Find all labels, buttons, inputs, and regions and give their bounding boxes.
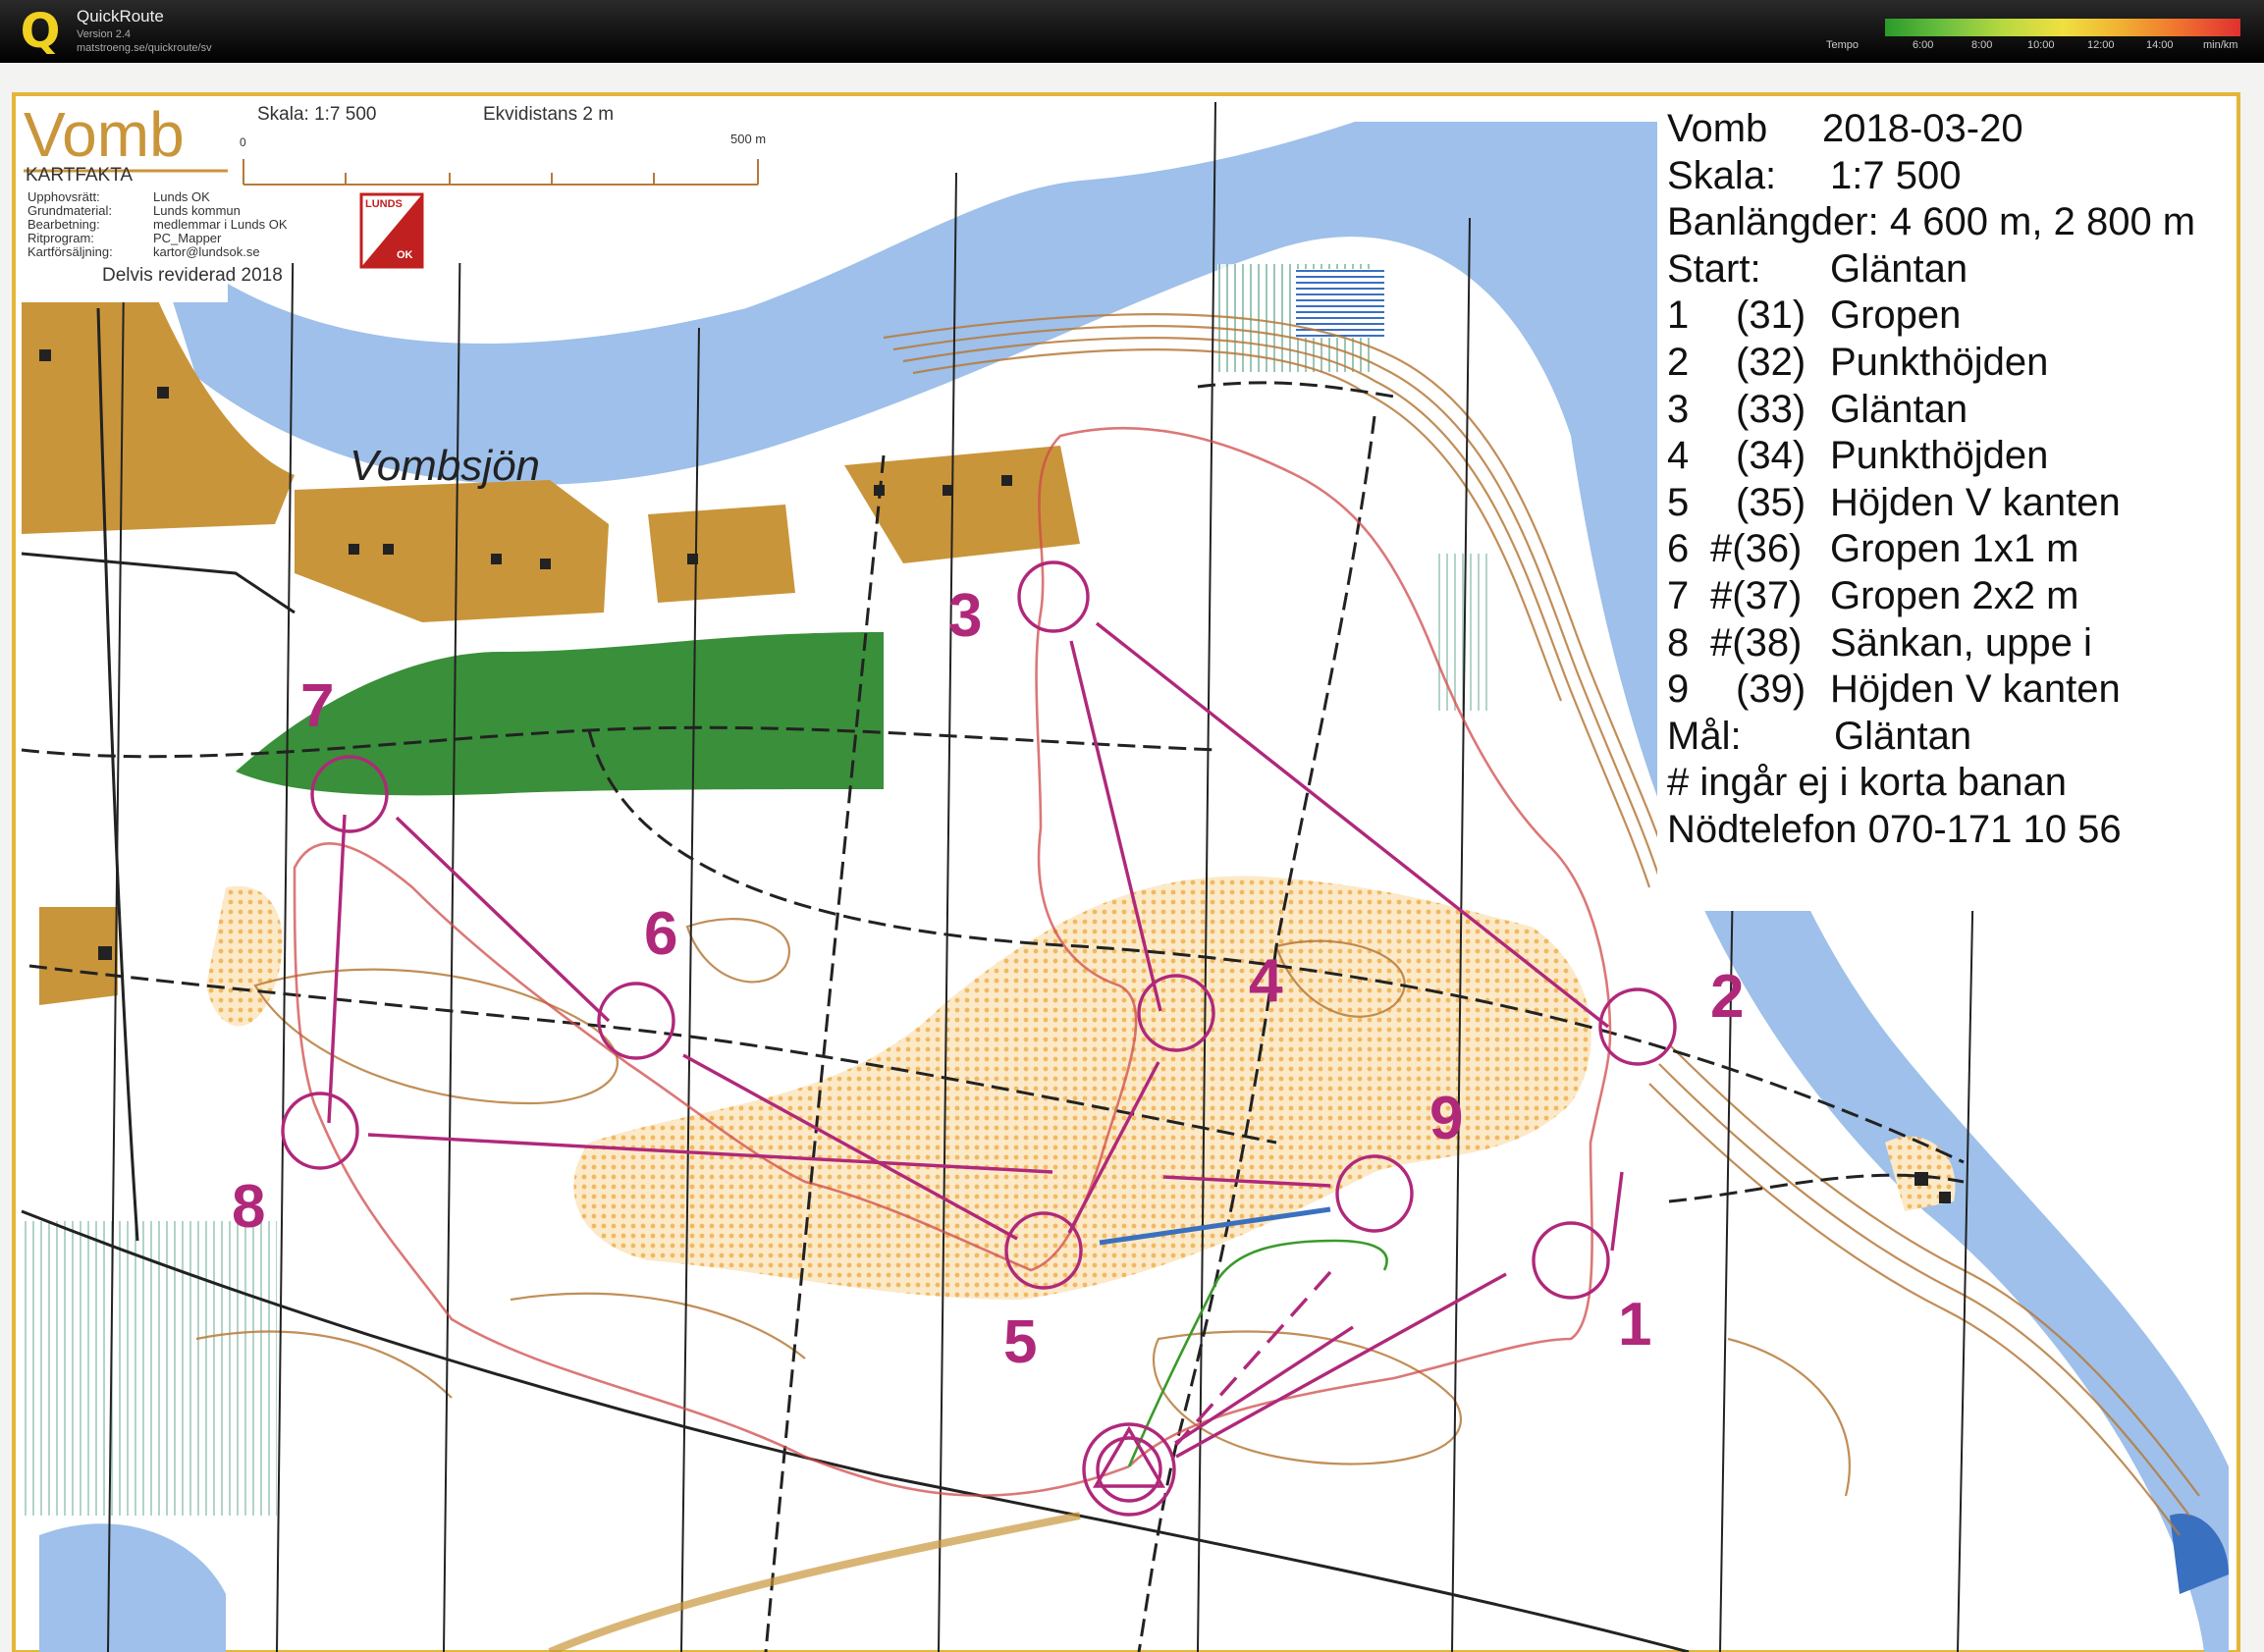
map-canvas[interactable]: Vomb Skala: 1:7 500 Ekvidistans 2 m 0 50… — [0, 63, 2264, 1652]
tempo-tick: 8:00 — [1971, 39, 1993, 51]
control-number-8: 8 — [232, 1173, 266, 1241]
control-row: 3 (33) Gläntan — [1667, 387, 1968, 431]
map-scale-label: Skala: 1:7 500 — [257, 104, 377, 125]
kartfakta-value: PC_Mapper — [153, 231, 222, 245]
control-number-1: 1 — [1618, 1291, 1652, 1359]
tempo-label: Tempo — [1826, 39, 1860, 51]
club-logo-top: LUNDS — [365, 198, 403, 210]
kartfakta-key: Ritprogram: — [27, 231, 94, 245]
control-row: 4 (34) Punkthöjden — [1667, 434, 2049, 478]
finish-key: Mål: — [1667, 714, 1742, 758]
tempo-tick: 12:00 — [2087, 39, 2115, 51]
short-course-note: # ingår ej i korta banan — [1667, 761, 2067, 805]
emergency-phone: Nödtelefon 070-171 10 56 — [1667, 807, 2122, 851]
map-title: Vomb — [24, 99, 185, 170]
quickroute-logo-icon: Q — [20, 4, 61, 59]
course-info: Vomb 2018-03-20 Skala: 1:7 500 Banlängder:… — [1657, 106, 2227, 854]
lake-name: Vombsjön — [350, 442, 541, 490]
kartfakta-key: Upphovsrätt: — [27, 189, 100, 204]
field-north-2 — [648, 505, 795, 603]
kartfakta-key: Grundmaterial: — [27, 203, 112, 218]
tempo-color-scale — [1885, 19, 2240, 36]
control-row: 1 (31) Gropen — [1667, 293, 1962, 338]
course-lengths: Banlängder: 4 600 m, 2 800 m — [1667, 200, 2196, 244]
tempo-tick: 6:00 — [1913, 39, 1934, 51]
scale-value: 1:7 500 — [1830, 153, 1962, 197]
marsh-lake-edge — [1296, 269, 1384, 338]
control-row: 6 #(36) Gropen 1x1 m — [1667, 527, 2079, 571]
control-number-5: 5 — [1003, 1308, 1038, 1376]
control-number-6: 6 — [644, 900, 678, 968]
kartfakta-heading: KARTFAKTA — [26, 165, 134, 186]
control-number-7: 7 — [300, 672, 335, 740]
kartfakta-value: kartor@lundsok.se — [153, 244, 260, 259]
start-value: Gläntan — [1830, 246, 1968, 291]
scalebar-start: 0 — [240, 135, 246, 149]
control-row: 9 (39) Höjden V kanten — [1667, 667, 2121, 712]
marsh-ne — [1433, 554, 1492, 711]
event-name: Vomb — [1667, 107, 1768, 150]
tempo-tick: 14:00 — [2146, 39, 2174, 51]
scalebar-end: 500 m — [730, 132, 767, 146]
kartfakta-key: Kartförsäljning: — [27, 244, 113, 259]
control-row: 8 #(38) Sänkan, uppe i — [1667, 620, 2092, 665]
club-logo-bottom: OK — [397, 249, 413, 261]
tempo-unit: min/km — [2203, 39, 2238, 51]
title-bar: Q QuickRoute Version 2.4 matstroeng.se/q… — [0, 0, 2264, 63]
kartfakta-value: medlemmar i Lunds OK — [153, 217, 288, 232]
tempo-tick: 10:00 — [2027, 39, 2055, 51]
control-number-3: 3 — [948, 582, 983, 650]
kartfakta-value: Lunds kommun — [153, 203, 241, 218]
map-revised: Delvis reviderad 2018 — [102, 265, 283, 286]
control-row: 5 (35) Höjden V kanten — [1667, 480, 2121, 524]
control-number-9: 9 — [1429, 1085, 1464, 1152]
map-contour-label: Ekvidistans 2 m — [483, 104, 615, 125]
start-key: Start: — [1667, 246, 1761, 291]
app-name: QuickRoute — [77, 7, 164, 26]
app-url[interactable]: matstroeng.se/quickroute/sv — [77, 42, 212, 54]
control-number-4: 4 — [1249, 947, 1283, 1015]
event-date: 2018-03-20 — [1822, 107, 2023, 150]
scale-key: Skala: — [1667, 153, 1777, 197]
kartfakta-key: Bearbetning: — [27, 217, 100, 232]
control-number-2: 2 — [1710, 963, 1745, 1031]
tempo-legend: Tempo 6:00 8:00 10:00 12:00 14:00 min/km — [1826, 14, 2258, 57]
kartfakta-value: Lunds OK — [153, 189, 210, 204]
app-version: Version 2.4 — [77, 28, 132, 40]
finish-value: Gläntan — [1834, 714, 1972, 758]
control-row: 2 (32) Punkthöjden — [1667, 340, 2049, 384]
marsh-sw — [22, 1221, 277, 1516]
control-row: 7 #(37) Gropen 2x2 m — [1667, 573, 2079, 617]
